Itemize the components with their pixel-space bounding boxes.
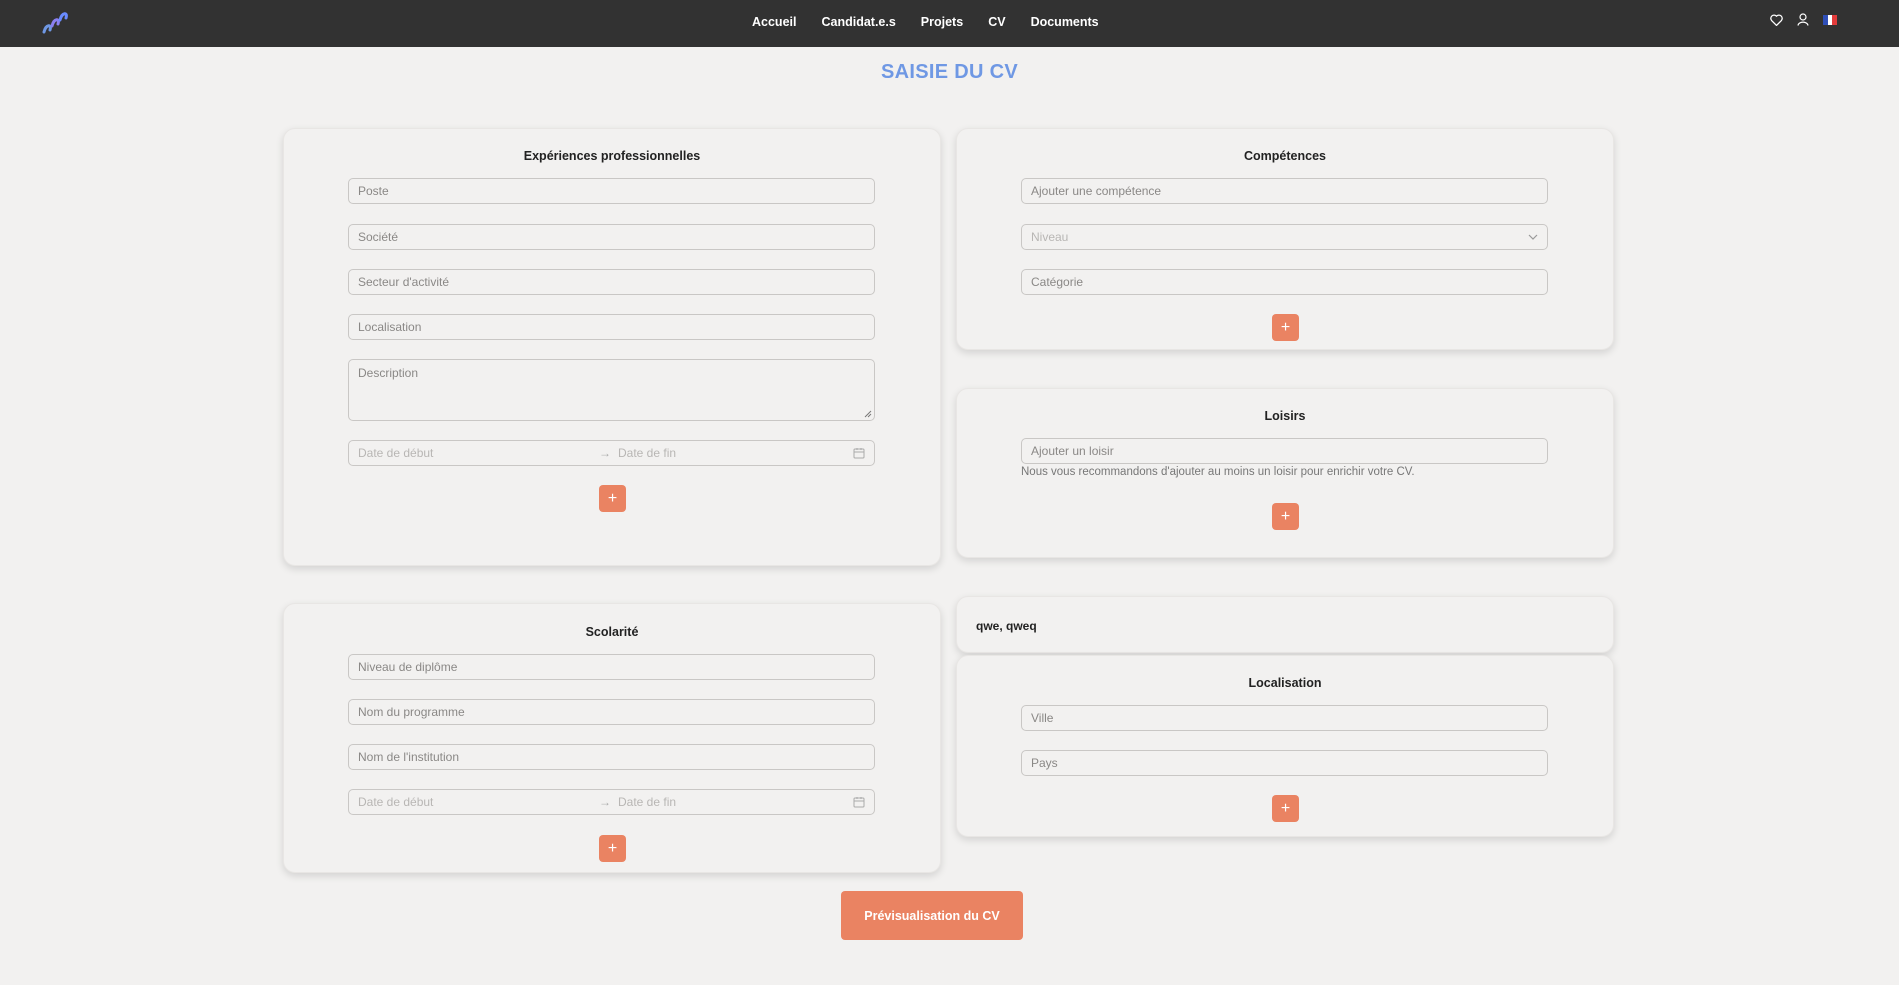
calendar-icon xyxy=(853,448,865,459)
nav-item-cv[interactable]: CV xyxy=(988,15,1005,29)
preview-cv-button[interactable]: Prévisualisation du CV xyxy=(841,891,1023,940)
date-fin-placeholder: Date de fin xyxy=(618,446,677,460)
niveau-diplome-input[interactable]: Niveau de diplôme xyxy=(348,654,875,680)
french-flag-icon[interactable] xyxy=(1823,14,1838,25)
date-debut-placeholder: Date de début xyxy=(358,446,434,460)
competences-title: Compétences xyxy=(1244,149,1326,163)
categorie-input[interactable]: Catégorie xyxy=(1021,269,1548,295)
arrow-right-icon: → xyxy=(599,446,611,460)
experience-date-range[interactable]: Date de début → Date de fin xyxy=(348,440,875,466)
loisirs-title: Loisirs xyxy=(1264,409,1306,423)
top-navigation-bar: Accueil Candidat.e.s Projets CV Document… xyxy=(0,0,1899,47)
localisation-card: Localisation Ville Pays + xyxy=(956,655,1614,837)
date-debut-placeholder: Date de début xyxy=(358,795,434,809)
saved-entries-text: qwe, qweq xyxy=(976,619,1037,633)
arrow-right-icon: → xyxy=(599,795,611,809)
nav-item-documents[interactable]: Documents xyxy=(1031,15,1099,29)
niveau-select[interactable]: Niveau xyxy=(1021,224,1548,250)
poste-placeholder: Poste xyxy=(358,184,389,198)
heart-icon[interactable] xyxy=(1770,13,1783,26)
scolarite-date-range[interactable]: Date de début → Date de fin xyxy=(348,789,875,815)
loisirs-card: Loisirs Ajouter un loisir Nous vous reco… xyxy=(956,388,1614,558)
institution-input[interactable]: Nom de l'institution xyxy=(348,744,875,770)
loisir-input[interactable]: Ajouter un loisir xyxy=(1021,438,1548,464)
saved-entries-card: qwe, qweq xyxy=(956,596,1614,653)
description-textarea[interactable]: Description xyxy=(348,359,875,421)
add-localisation-button[interactable]: + xyxy=(1272,795,1299,822)
competence-input[interactable]: Ajouter une compétence xyxy=(1021,178,1548,204)
secteur-input[interactable]: Secteur d'activité xyxy=(348,269,875,295)
ville-input[interactable]: Ville xyxy=(1021,705,1548,731)
page-title: SAISIE DU CV xyxy=(881,61,1018,83)
ville-placeholder: Ville xyxy=(1031,711,1054,725)
nav-item-accueil[interactable]: Accueil xyxy=(752,15,796,29)
main-nav: Accueil Candidat.e.s Projets CV Document… xyxy=(752,0,1099,43)
date-fin-placeholder: Date de fin xyxy=(618,795,677,809)
competences-card: Compétences Ajouter une compétence Nivea… xyxy=(956,128,1614,350)
programme-input[interactable]: Nom du programme xyxy=(348,699,875,725)
societe-placeholder: Société xyxy=(358,230,399,244)
nav-item-projets[interactable]: Projets xyxy=(921,15,963,29)
add-experience-button[interactable]: + xyxy=(599,485,626,512)
loisir-placeholder: Ajouter un loisir xyxy=(1031,444,1114,458)
add-loisir-label: + xyxy=(1280,507,1291,525)
niveau-placeholder: Niveau xyxy=(1031,230,1069,244)
add-localisation-label: + xyxy=(1280,799,1291,817)
add-competence-button[interactable]: + xyxy=(1272,314,1299,341)
calendar-icon xyxy=(853,797,865,808)
pays-input[interactable]: Pays xyxy=(1021,750,1548,776)
nav-item-candidats[interactable]: Candidat.e.s xyxy=(821,15,895,29)
add-loisir-button[interactable]: + xyxy=(1272,503,1299,530)
categorie-placeholder: Catégorie xyxy=(1031,275,1084,289)
description-placeholder: Description xyxy=(358,366,419,380)
localisation-input[interactable]: Localisation xyxy=(348,314,875,340)
secteur-placeholder: Secteur d'activité xyxy=(358,275,450,289)
localisation-title: Localisation xyxy=(1248,676,1322,690)
resize-handle-icon[interactable] xyxy=(864,410,872,418)
user-icon[interactable] xyxy=(1797,13,1809,26)
add-scolarite-button[interactable]: + xyxy=(599,835,626,862)
add-scolarite-label: + xyxy=(607,839,618,857)
societe-input[interactable]: Société xyxy=(348,224,875,250)
localisation-placeholder: Localisation xyxy=(358,320,422,334)
institution-placeholder: Nom de l'institution xyxy=(358,750,460,764)
experience-card: Expériences professionnelles Poste Socié… xyxy=(283,128,941,566)
scolarite-title: Scolarité xyxy=(585,625,639,639)
pays-placeholder: Pays xyxy=(1031,756,1058,770)
add-experience-label: + xyxy=(607,489,618,507)
chevron-down-icon xyxy=(1528,234,1538,240)
competence-placeholder: Ajouter une compétence xyxy=(1031,184,1162,198)
add-competence-label: + xyxy=(1280,318,1291,336)
scolarite-card: Scolarité Niveau de diplôme Nom du progr… xyxy=(283,603,941,873)
logo-icon[interactable] xyxy=(40,6,72,38)
loisirs-hint: Nous vous recommandons d'ajouter au moin… xyxy=(1021,466,1415,478)
niveau-diplome-placeholder: Niveau de diplôme xyxy=(358,660,458,674)
experience-title: Expériences professionnelles xyxy=(523,149,701,163)
top-icons xyxy=(1770,13,1838,26)
programme-placeholder: Nom du programme xyxy=(358,705,465,719)
poste-input[interactable]: Poste xyxy=(348,178,875,204)
